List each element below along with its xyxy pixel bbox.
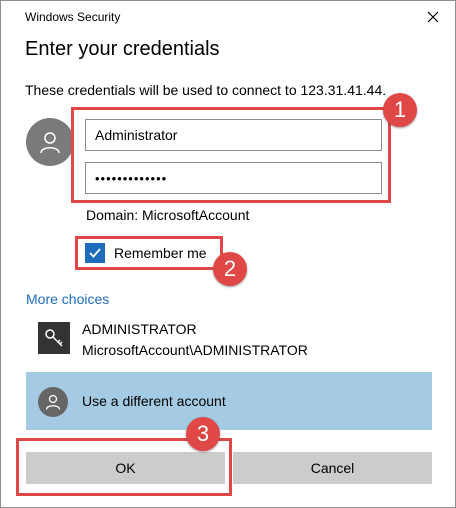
checkmark-icon [89, 248, 101, 258]
step-badge-2: 2 [213, 252, 247, 286]
password-field[interactable]: ••••••••••••• [85, 162, 382, 194]
step-badge-3: 3 [186, 417, 220, 451]
close-button[interactable] [419, 5, 447, 29]
username-field[interactable]: Administrator [85, 119, 382, 151]
title-bar: Windows Security [1, 1, 455, 33]
remember-me-row[interactable]: Remember me [85, 242, 207, 264]
ok-button[interactable]: OK [26, 452, 225, 484]
user-avatar-icon [38, 387, 68, 417]
key-icon [38, 322, 70, 354]
window-title: Windows Security [25, 10, 121, 24]
use-different-account-label: Use a different account [82, 393, 226, 409]
domain-label: Domain: MicrosoftAccount [86, 207, 250, 223]
step-badge-1: 1 [383, 93, 417, 127]
dialog-description: These credentials will be used to connec… [25, 82, 387, 98]
close-icon [427, 11, 439, 23]
credentials-dialog: Windows Security Enter your credentials … [0, 0, 456, 508]
dialog-heading: Enter your credentials [25, 38, 220, 60]
account-name: ADMINISTRATOR [82, 321, 197, 337]
remember-me-checkbox[interactable] [85, 243, 105, 263]
account-sub: MicrosoftAccount\ADMINISTRATOR [82, 342, 308, 358]
remember-me-label: Remember me [114, 245, 207, 261]
account-option-administrator[interactable]: ADMINISTRATOR MicrosoftAccount\ADMINISTR… [26, 315, 432, 365]
cancel-button[interactable]: Cancel [233, 452, 432, 484]
user-avatar-icon [26, 118, 74, 166]
use-different-account-option[interactable]: Use a different account [26, 372, 432, 430]
more-choices-link[interactable]: More choices [26, 291, 109, 307]
